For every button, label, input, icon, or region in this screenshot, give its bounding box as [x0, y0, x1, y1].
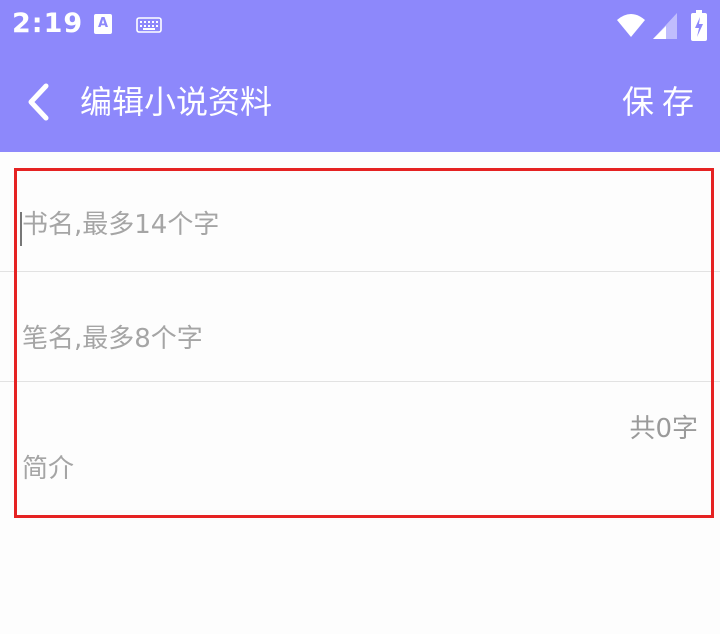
pen-name-input[interactable]	[22, 324, 682, 354]
page-title: 编辑小说资料	[80, 83, 273, 121]
toolbar: 编辑小说资料 保存	[0, 52, 720, 152]
wifi-icon	[616, 12, 646, 42]
title-field	[0, 152, 720, 272]
pen-name-field	[0, 272, 720, 382]
battery-charging-icon	[690, 10, 708, 46]
a-icon: A	[94, 14, 112, 34]
intro-field: 共0字 简介	[0, 382, 720, 522]
chevron-left-icon	[28, 83, 49, 121]
save-button[interactable]: 保存	[622, 82, 702, 122]
intro-input[interactable]: 简介	[22, 448, 74, 485]
status-time: 2:19	[12, 8, 84, 39]
keyboard-icon	[136, 17, 162, 37]
char-count: 共0字	[629, 414, 698, 444]
back-button[interactable]	[18, 78, 64, 126]
signal-icon	[652, 12, 678, 44]
status-bar: 2:19 A	[0, 0, 720, 52]
book-title-input[interactable]	[22, 210, 682, 240]
